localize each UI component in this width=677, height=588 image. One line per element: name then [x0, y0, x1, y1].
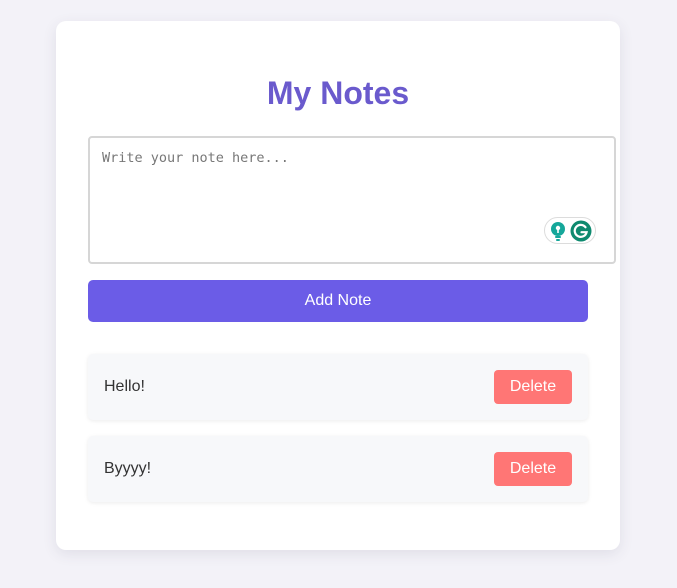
notes-list: Hello! Delete Byyyy! Delete	[88, 354, 588, 518]
delete-note-button[interactable]: Delete	[494, 370, 572, 404]
lightbulb-icon[interactable]	[549, 221, 567, 241]
note-text: Hello!	[104, 378, 145, 395]
note-item: Byyyy! Delete	[88, 436, 588, 502]
grammarly-icon[interactable]	[570, 220, 592, 242]
note-text: Byyyy!	[104, 460, 152, 477]
notes-card: My Notes Add Note Hello! Delete Byyyy!	[56, 21, 620, 550]
note-item: Hello! Delete	[88, 354, 588, 420]
add-note-button[interactable]: Add Note	[88, 280, 588, 322]
delete-note-button[interactable]: Delete	[494, 452, 572, 486]
note-textarea[interactable]	[88, 136, 616, 264]
page-title: My Notes	[266, 75, 410, 111]
grammarly-widget[interactable]	[544, 217, 596, 244]
